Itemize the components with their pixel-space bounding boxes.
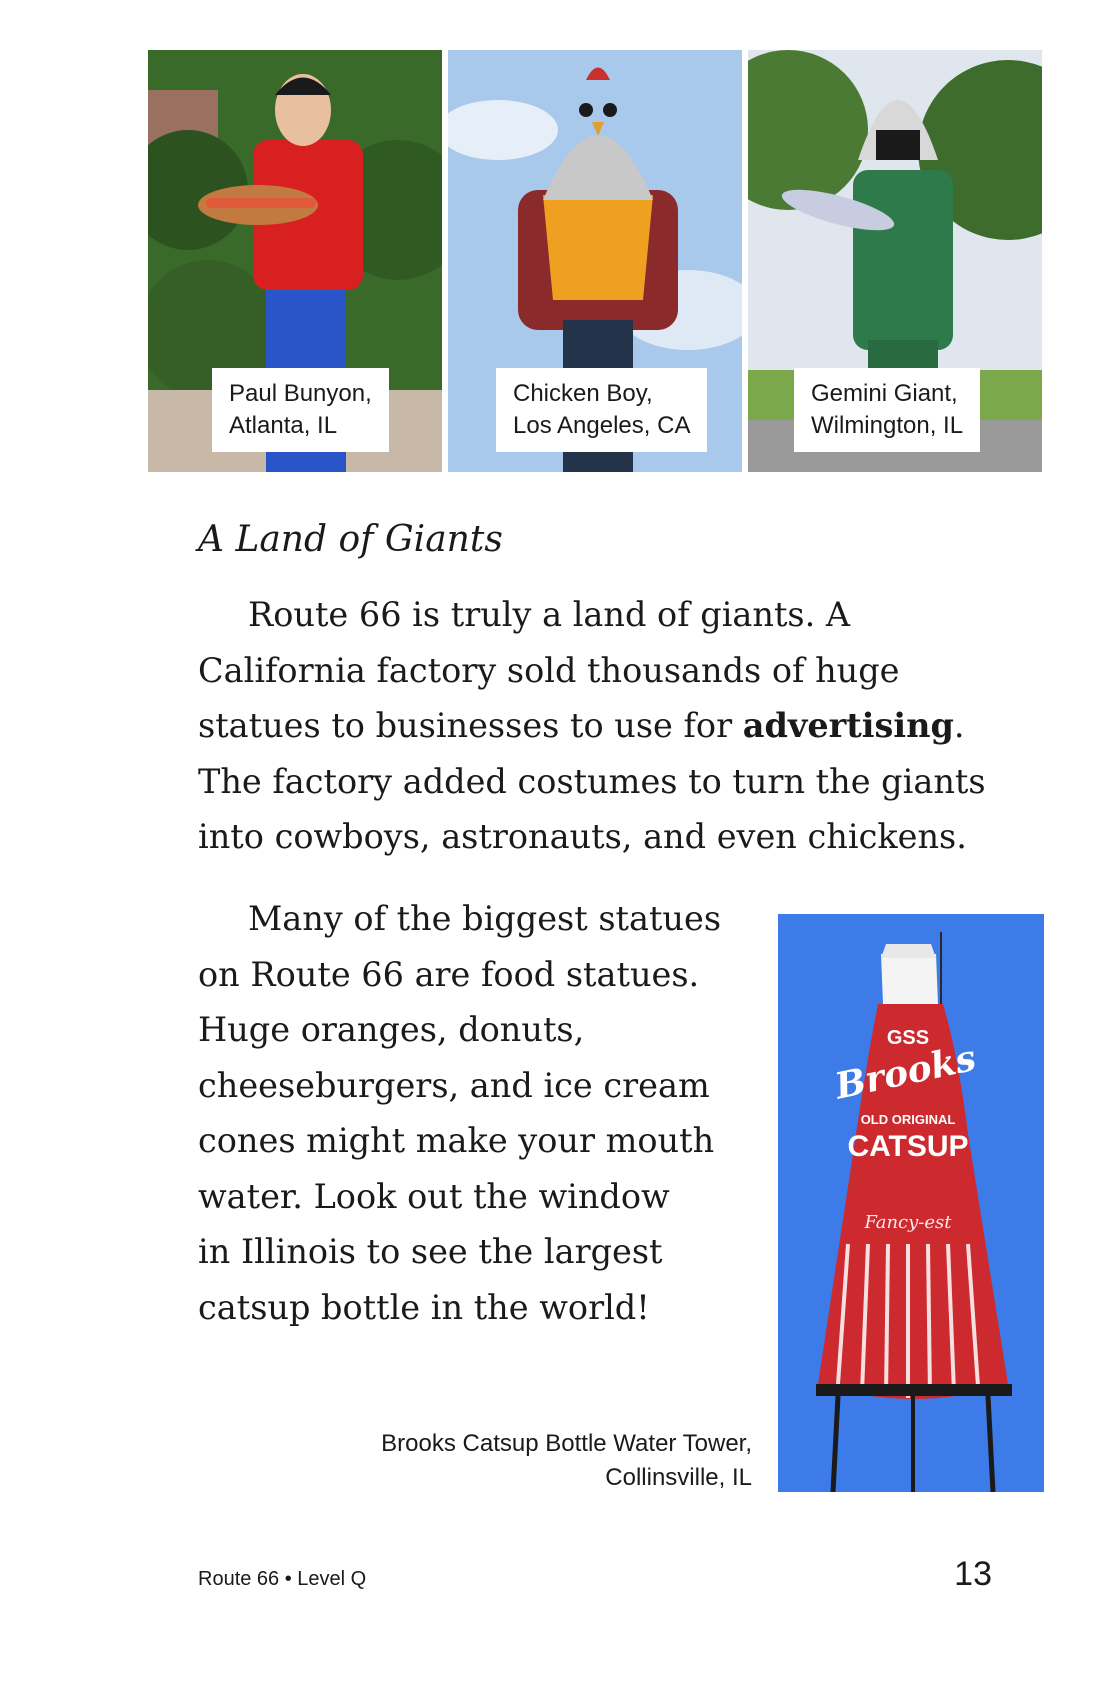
paragraph-food-statues: Many of the biggest statues on Route 66 … (198, 891, 721, 1335)
text-line: water. Look out the window (198, 1176, 670, 1216)
section-title: A Land of Giants (198, 519, 503, 560)
caption-name: Gemini Giant, (811, 380, 958, 407)
text-line: cheeseburgers, and ice cream (198, 1065, 710, 1105)
bottle-small-text: OLD ORIGINAL (861, 1112, 956, 1127)
text-line: catsup bottle in the world! (198, 1287, 650, 1327)
text-line: into cowboys, astronauts, and even chick… (198, 817, 967, 856)
text-line: cones might make your mouth (198, 1121, 715, 1160)
text-line: Route 66 is truly a land of giants. A (248, 595, 851, 634)
caption-name: Paul Bunyon, (229, 380, 372, 407)
paragraph-giants: Route 66 is truly a land of giants. A Ca… (198, 587, 986, 865)
photo-caption: Chicken Boy, Los Angeles, CA (496, 368, 708, 452)
footer-book-title: Route 66 • Level Q (198, 1568, 367, 1590)
catsup-photo-caption: Brooks Catsup Bottle Water Tower, Collin… (381, 1427, 752, 1495)
photo-caption: Paul Bunyon, Atlanta, IL (212, 368, 389, 452)
text-line: Many of the biggest statues (248, 899, 722, 938)
catsup-bottle-water-tower-image: GSS Brooks OLD ORIGINAL CATSUP Fancy-est (778, 914, 1044, 1493)
caption-location: Collinsville, IL (605, 1464, 752, 1491)
bottle-script-text: Fancy-est (863, 1212, 952, 1233)
photo-catsup-bottle: GSS Brooks OLD ORIGINAL CATSUP Fancy-est (778, 914, 1044, 1493)
photo-chicken-boy: Chicken Boy, Los Angeles, CA (448, 50, 742, 472)
caption-location: Atlanta, IL (229, 412, 338, 439)
bottle-main-text: CATSUP (847, 1130, 968, 1163)
text-line: The factory added costumes to turn the g… (198, 761, 986, 801)
glossary-term: advertising (742, 706, 954, 745)
text-line: California factory sold thousands of hug… (198, 650, 900, 690)
text-line: Huge oranges, donuts, (198, 1010, 585, 1049)
text-segment: . (953, 706, 965, 745)
text-line: in Illinois to see the largest (198, 1232, 663, 1271)
caption-name: Chicken Boy, (513, 380, 653, 407)
photo-caption: Gemini Giant, Wilmington, IL (794, 368, 981, 452)
bottle-logo-text: GSS (887, 1027, 929, 1049)
photo-paul-bunyon: Paul Bunyon, Atlanta, IL (148, 50, 442, 472)
caption-location: Los Angeles, CA (513, 412, 691, 439)
text-line: statues to businesses to use for adverti… (198, 698, 986, 754)
caption-location: Wilmington, IL (811, 412, 964, 439)
text-line: on Route 66 are food statues. (198, 954, 700, 994)
page-number: 13 (954, 1555, 992, 1593)
photo-gemini-giant: Gemini Giant, Wilmington, IL (748, 50, 1042, 472)
text-segment: statues to businesses to use for (198, 706, 743, 745)
caption-name: Brooks Catsup Bottle Water Tower, (381, 1430, 752, 1457)
